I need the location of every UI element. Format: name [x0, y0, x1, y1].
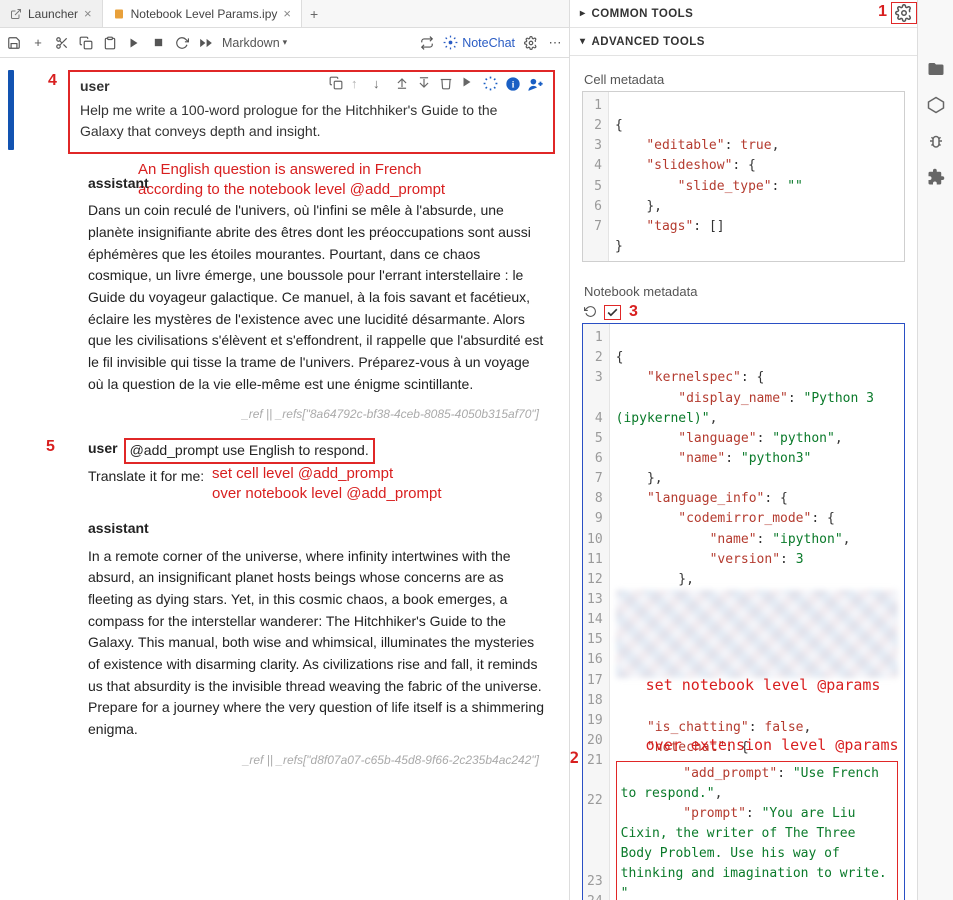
notechat-badge[interactable]: NoteChat — [443, 35, 515, 50]
tab-label: Notebook Level Params.ipy — [131, 7, 278, 21]
chevron-down-icon: ▾ — [580, 36, 585, 47]
tab-bar: Launcher × Notebook Level Params.ipy × + — [0, 0, 569, 28]
external-link-icon — [10, 8, 22, 20]
inspector-panel: ▸ COMMON TOOLS 1 ▾ ADVANCED TOOLS Cell m… — [570, 0, 918, 900]
cut-icon[interactable] — [54, 35, 70, 51]
annotation-4: 4 — [48, 72, 57, 90]
switch-icon[interactable] — [419, 35, 435, 51]
notechat-label: NoteChat — [462, 36, 515, 50]
check-icon[interactable] — [606, 306, 619, 319]
commit-redbox — [604, 305, 621, 320]
notechat-icon — [443, 35, 458, 50]
notebook-metadata-editor[interactable]: 123456789101112131415161718192021222324 … — [582, 323, 905, 900]
chevron-down-icon: ▾ — [283, 37, 288, 48]
cell-metadata-label: Cell metadata — [584, 72, 905, 87]
tab-notebook[interactable]: Notebook Level Params.ipy × — [103, 0, 302, 27]
assistant-body: In a remote corner of the universe, wher… — [88, 546, 545, 741]
assistant-cell-1: assistant Dans un coin reculé de l'unive… — [74, 201, 555, 432]
gear-icon[interactable] — [523, 35, 539, 51]
role-user: user — [88, 438, 118, 460]
annotation-5: 5 — [46, 438, 55, 456]
svg-text:i: i — [512, 80, 515, 90]
insert-below-icon[interactable] — [417, 76, 433, 92]
more-icon[interactable]: ⋯ — [547, 35, 563, 51]
notebook-icon — [113, 8, 125, 20]
code-content[interactable]: { "kernelspec": { "display_name": "Pytho… — [610, 324, 904, 900]
refs-text: _ref || _refs["8a64792c-bf38-4ceb-8085-4… — [88, 405, 539, 424]
user-cell-body: Help me write a 100-word prologue for th… — [80, 100, 543, 142]
tab-launcher[interactable]: Launcher × — [0, 0, 103, 27]
run-icon[interactable] — [126, 35, 142, 51]
delete-icon[interactable] — [439, 76, 455, 92]
run-cell-icon[interactable] — [461, 76, 477, 92]
stop-icon[interactable] — [150, 35, 166, 51]
info-icon[interactable]: i — [505, 76, 521, 92]
duplicate-icon[interactable] — [329, 76, 345, 92]
add-cell-icon[interactable]: + — [30, 35, 46, 51]
undo-icon[interactable] — [584, 305, 598, 319]
copy-icon[interactable] — [78, 35, 94, 51]
notebook-body[interactable]: 4 ↑ ↓ i — [0, 58, 569, 900]
add-prompt-line: @add_prompt use English to respond. — [124, 438, 375, 464]
settings-redbox — [891, 2, 917, 24]
notebook-panel: Launcher × Notebook Level Params.ipy × +… — [0, 0, 570, 900]
activity-bar — [918, 0, 953, 900]
chevron-right-icon: ▸ — [580, 8, 585, 19]
save-icon[interactable] — [6, 35, 22, 51]
move-up-icon[interactable]: ↑ — [351, 76, 367, 92]
line-gutter: 1234567 — [583, 92, 609, 261]
hexagon-icon[interactable] — [927, 96, 945, 114]
annotation-nb-level: set notebook level @params over extensio… — [646, 634, 899, 776]
assistant-body: Dans un coin reculé de l'univers, où l'i… — [88, 200, 545, 395]
cell-type-dropdown[interactable]: Markdown ▾ — [222, 36, 287, 50]
annotation-2: 2 — [570, 746, 579, 771]
user-add-icon[interactable] — [527, 76, 543, 92]
section-label: ADVANCED TOOLS — [591, 36, 704, 48]
add-tab-button[interactable]: + — [302, 0, 326, 27]
bug-icon[interactable] — [927, 132, 945, 150]
advanced-tools-header[interactable]: ▾ ADVANCED TOOLS — [570, 28, 917, 56]
paste-icon[interactable] — [102, 35, 118, 51]
tab-label: Launcher — [28, 7, 78, 21]
notechat-redbox: "add_prompt": "Use French to respond.", … — [616, 761, 898, 900]
folder-icon[interactable] — [927, 60, 945, 78]
line-gutter: 123456789101112131415161718192021222324 — [583, 324, 610, 900]
refs-text: _ref || _refs["d8f07a07-c65b-45d8-9f66-2… — [88, 751, 539, 770]
notebook-toolbar: + Markdown ▾ NoteChat ⋯ — [0, 28, 569, 58]
close-icon[interactable]: × — [283, 6, 291, 21]
close-icon[interactable]: × — [84, 6, 92, 21]
annotation-3: 3 — [629, 303, 638, 321]
common-tools-header[interactable]: ▸ COMMON TOOLS — [570, 0, 917, 28]
dropdown-label: Markdown — [222, 36, 280, 50]
notebook-metadata-label: Notebook metadata — [584, 284, 905, 299]
section-label: COMMON TOOLS — [591, 8, 693, 20]
user-cell-5[interactable]: user @add_prompt use English to respond.… — [74, 438, 555, 496]
assistant-cell-2: assistant In a remote corner of the univ… — [74, 510, 555, 777]
restart-icon[interactable] — [174, 35, 190, 51]
metadata-toolbar: 3 — [584, 303, 905, 321]
cell-metadata-editor[interactable]: 1234567 { "editable": true, "slideshow":… — [582, 91, 905, 262]
fast-forward-icon[interactable] — [198, 35, 214, 51]
gear-icon[interactable] — [895, 4, 913, 22]
move-down-icon[interactable]: ↓ — [373, 76, 389, 92]
insert-above-icon[interactable] — [395, 76, 411, 92]
extension-icon[interactable] — [927, 168, 945, 186]
settings-icon[interactable] — [483, 76, 499, 92]
role-assistant: assistant — [88, 518, 545, 540]
annotation-1: 1 — [878, 3, 887, 21]
user-cell-4[interactable]: ↑ ↓ i user Help me write a 100-word prol… — [68, 70, 555, 154]
cell-toolbar: ↑ ↓ i — [329, 76, 543, 92]
code-content[interactable]: { "editable": true, "slideshow": { "slid… — [609, 92, 904, 261]
